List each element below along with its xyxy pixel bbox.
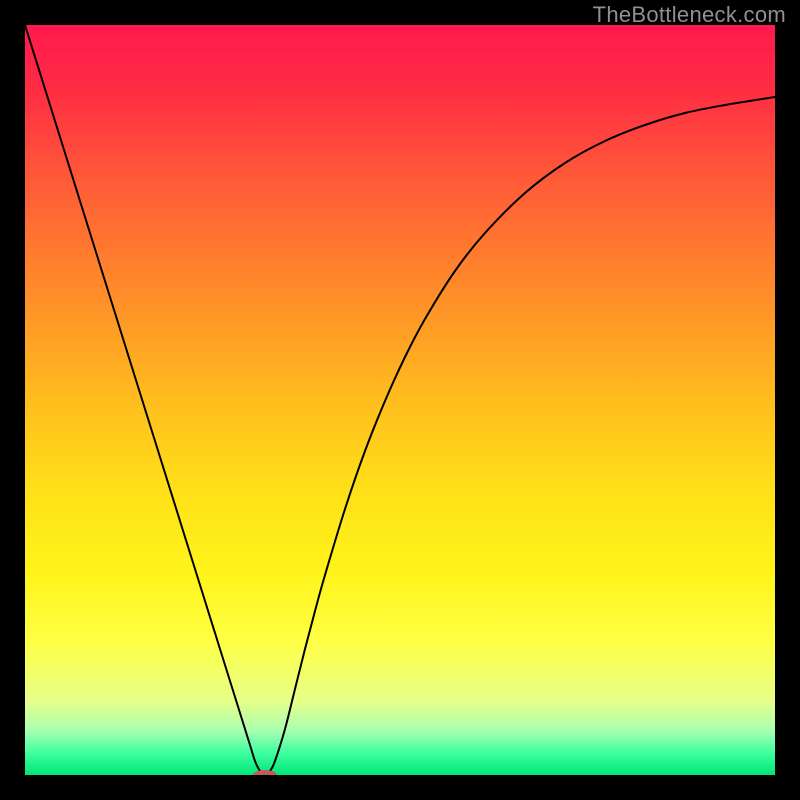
- chart-background-gradient: [25, 25, 775, 775]
- watermark-text: TheBottleneck.com: [593, 2, 786, 28]
- chart-plot-area: [25, 25, 775, 775]
- chart-svg: [25, 25, 775, 775]
